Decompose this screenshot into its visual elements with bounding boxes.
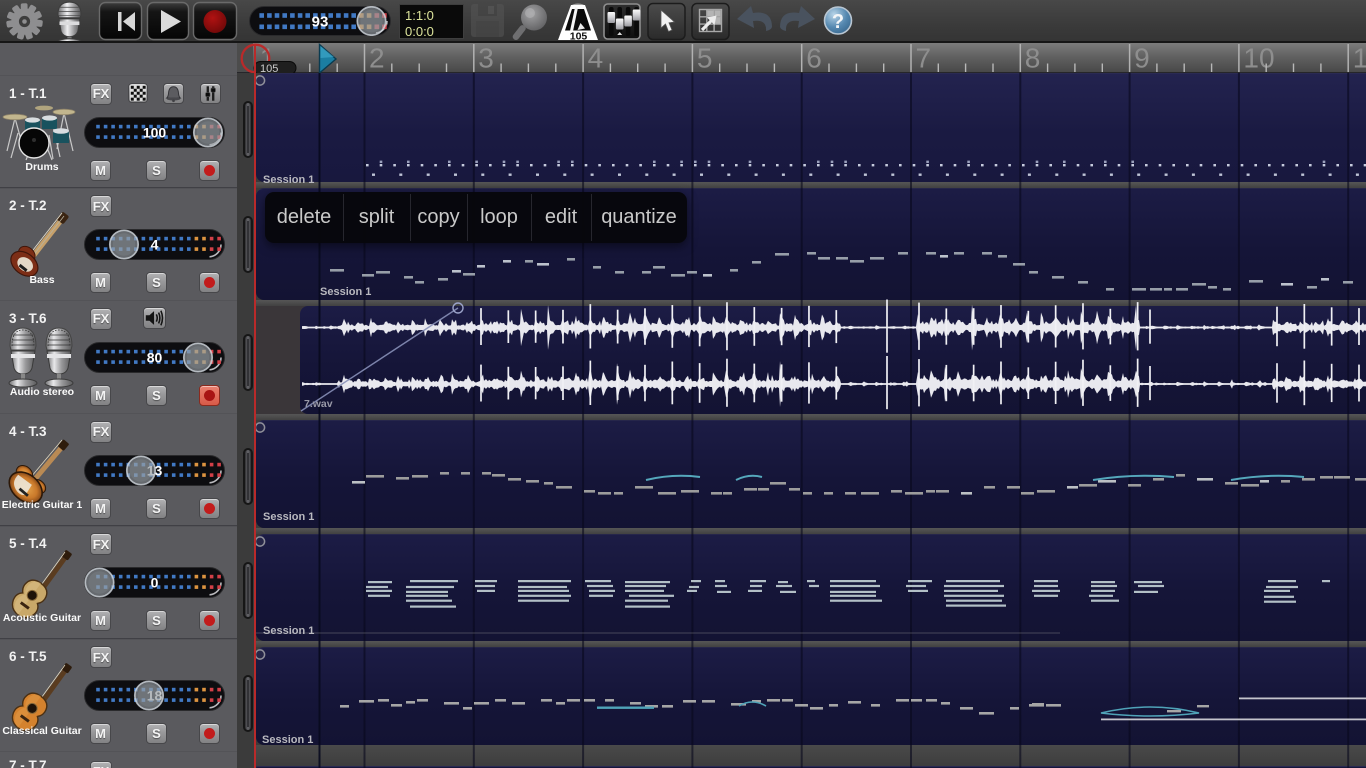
svg-text:93: 93 [312,13,329,30]
svg-text:4: 4 [588,43,604,73]
svg-text:6: 6 [806,43,822,73]
svg-text:9: 9 [1134,43,1150,73]
svg-text:?: ? [832,11,844,33]
svg-text:11: 11 [1353,43,1366,73]
svg-text:0: 0 [151,575,159,591]
svg-text:5: 5 [697,43,713,73]
svg-text:80: 80 [147,349,163,365]
svg-text:4: 4 [151,237,159,253]
svg-text:8: 8 [1025,43,1041,73]
svg-text:100: 100 [143,124,167,140]
svg-text:10: 10 [1243,43,1274,73]
svg-text:7: 7 [916,43,932,73]
svg-text:2: 2 [369,43,385,73]
svg-text:3: 3 [478,43,494,73]
svg-text:105: 105 [260,63,278,73]
